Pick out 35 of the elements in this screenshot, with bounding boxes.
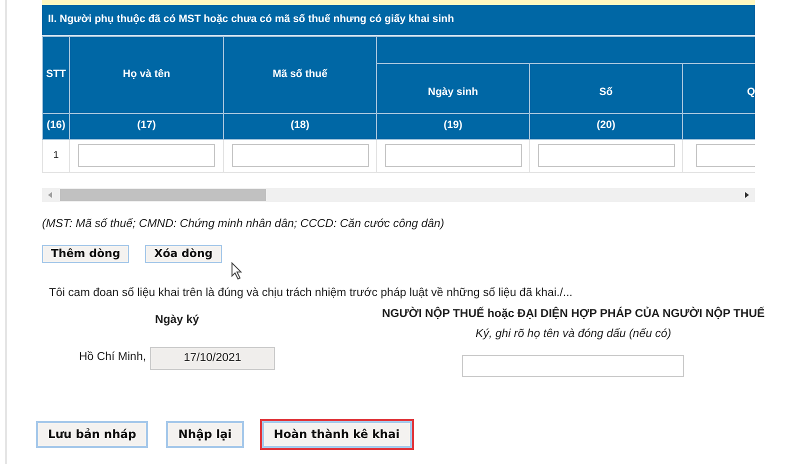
- input-field[interactable]: [78, 144, 215, 168]
- place-text: Hồ Chí Minh,: [78, 350, 146, 366]
- section-title: II. Người phụ thuộc đã có MST hoặc chưa có mã số thuế nhưng có giấy khai sinh: [42, 5, 755, 36]
- column-number: (16): [42, 113, 70, 140]
- column-number: (18): [224, 113, 376, 140]
- input-field[interactable]: [232, 144, 368, 168]
- column-header: Họ và tên: [70, 36, 224, 114]
- column-header: Mã số thuế: [224, 36, 376, 114]
- scrollbar-thumb[interactable]: [60, 188, 266, 201]
- column-header: Ngày sinh: [376, 63, 530, 114]
- declaration-statement: Tôi cam đoan số liệu khai trên là đúng và chịu trách nhiệm trước pháp luật về những số liệu đã khai./...: [49, 286, 572, 301]
- date-label: Ngày ký: [154, 313, 200, 328]
- signer-title: NGƯỜI NỘP THUẾ hoặc ĐẠI DIỆN HỢP PHÁP CỦA NGƯỜI NỘP THUẾ: [382, 306, 765, 322]
- column-header: Q: [682, 63, 755, 114]
- form-action-button[interactable]: Hoàn thành kê khai: [262, 420, 412, 448]
- column-header: STT: [42, 36, 70, 114]
- signature-hint: Ký, ghi rõ họ tên và đóng dấu (nếu có): [476, 326, 672, 342]
- horizontal-scrollbar[interactable]: [42, 188, 755, 202]
- input-field[interactable]: [538, 144, 674, 168]
- left-arrow-icon[interactable]: [46, 190, 54, 199]
- signature-field[interactable]: [462, 354, 684, 377]
- date-field[interactable]: 17/10/2021: [150, 346, 276, 370]
- column-number: (19): [376, 113, 530, 140]
- right-arrow-icon[interactable]: [743, 190, 751, 199]
- column-number: (20): [530, 113, 682, 140]
- column-header: Số: [530, 63, 682, 114]
- row-action-button[interactable]: Xóa dòng: [145, 245, 222, 263]
- form-action-button[interactable]: Nhập lại: [166, 420, 244, 448]
- column-number: (17): [70, 113, 224, 140]
- row-action-button[interactable]: Thêm dòng: [42, 245, 130, 263]
- row-number: 1: [53, 150, 59, 162]
- mouse-cursor-icon: [231, 262, 243, 280]
- abbreviation-note: (MST: Mã số thuế; CMND: Chứng minh nhân dân; CCCD: Căn cước công dân): [42, 216, 446, 232]
- input-field[interactable]: [384, 144, 522, 168]
- form-action-button[interactable]: Lưu bản nháp: [36, 420, 148, 448]
